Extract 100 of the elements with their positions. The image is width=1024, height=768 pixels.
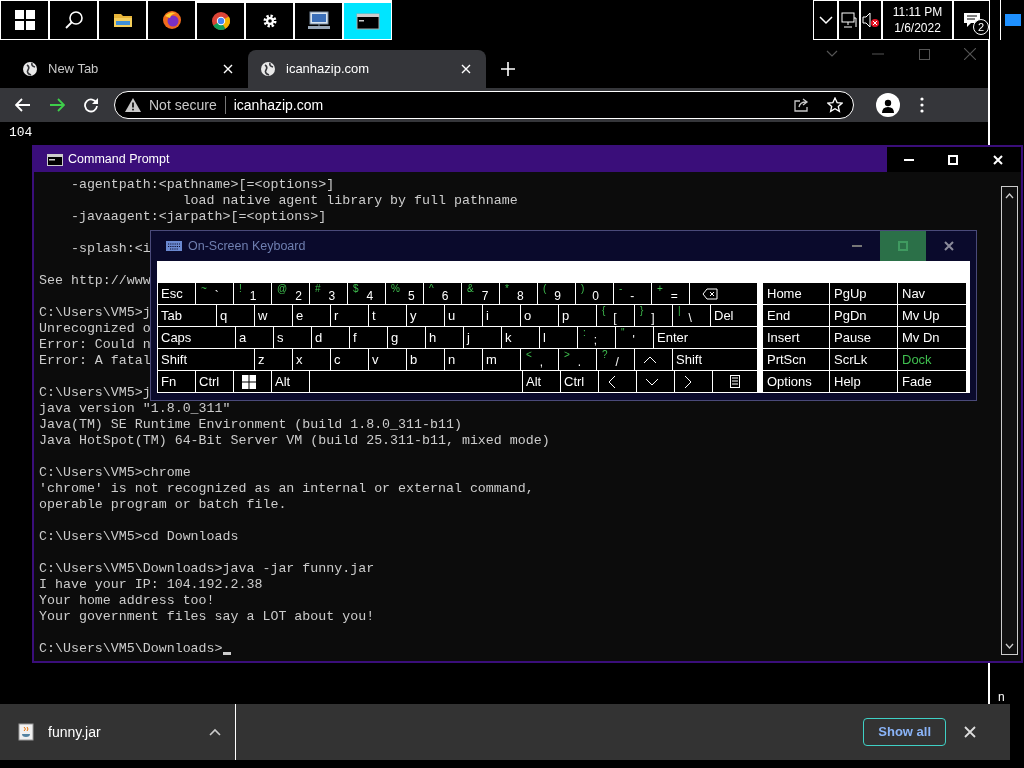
keyboard-key[interactable]: End (763, 305, 829, 326)
keyboard-key[interactable]: Mv Dn (898, 327, 966, 348)
keyboard-key[interactable]: PrtScn (763, 349, 829, 370)
keyboard-key[interactable]: Enter (654, 327, 757, 348)
keyboard-key[interactable]: d (312, 327, 349, 348)
keyboard-key[interactable]: e (293, 305, 330, 326)
taskbar-button[interactable] (98, 0, 147, 40)
keyboard-key[interactable]: o (521, 305, 558, 326)
keyboard-key[interactable]: @ 2 (272, 283, 309, 304)
keyboard-key[interactable]: ( 9 (538, 283, 575, 304)
keyboard-key[interactable]: * 8 (500, 283, 537, 304)
keyboard-key[interactable]: t (369, 305, 406, 326)
keyboard-key[interactable]: Ctrl (561, 371, 598, 392)
keyboard-key[interactable]: " ' (616, 327, 653, 348)
keyboard-key[interactable]: + = (652, 283, 689, 304)
keyboard-key[interactable]: ? / (597, 349, 634, 370)
keyboard-key[interactable]: a (236, 327, 273, 348)
keyboard-key[interactable]: z (255, 349, 292, 370)
keyboard-key[interactable]: ^ 6 (424, 283, 461, 304)
keyboard-key[interactable]: ScrLk (830, 349, 897, 370)
keyboard-key[interactable]: ~ ` (196, 283, 233, 304)
keyboard-key[interactable]: h (426, 327, 463, 348)
keyboard-key[interactable]: ) 0 (576, 283, 613, 304)
notifications-button[interactable]: 2 (953, 0, 990, 40)
keyboard-key[interactable]: < , (521, 349, 558, 370)
download-item[interactable]: funny.jar (0, 704, 236, 760)
keyboard-key[interactable]: PgDn (830, 305, 897, 326)
url-text: icanhazip.com (233, 95, 325, 115)
profile-button[interactable] (876, 93, 900, 117)
keyboard-key[interactable]: w (255, 305, 292, 326)
keyboard-key[interactable]: x (293, 349, 330, 370)
text-cursor (222, 652, 231, 655)
keyboard-key[interactable]: u (445, 305, 482, 326)
keyboard-key[interactable]: b (407, 349, 444, 370)
clock-button[interactable]: 11:11 PM 1/6/2022 (882, 0, 953, 40)
keyboard-key[interactable]: Del (711, 305, 757, 326)
keyboard-key[interactable]: | \ (673, 305, 710, 326)
keyboard-key[interactable]: Alt (523, 371, 560, 392)
taskbar-button[interactable] (343, 0, 392, 40)
keyboard-key[interactable]: y (407, 305, 444, 326)
console-line: java version "1.8.0_311" (39, 401, 231, 417)
keyboard-key[interactable]: PgUp (830, 283, 897, 304)
keyboard-key[interactable]: Insert (763, 327, 829, 348)
keyboard-key[interactable]: { [ (597, 305, 634, 326)
keyboard-key[interactable]: c (331, 349, 368, 370)
keyboard-key[interactable]: Caps (158, 327, 235, 348)
keyboard-key[interactable]: : ; (578, 327, 615, 348)
keyboard-key[interactable]: % 5 (386, 283, 423, 304)
keyboard-key[interactable]: Fade (898, 371, 966, 392)
keyboard-key[interactable]: $ 4 (348, 283, 385, 304)
taskbar-button[interactable] (49, 0, 98, 40)
keyboard-key[interactable]: Nav (898, 283, 966, 304)
keyboard-key[interactable]: Esc (158, 283, 195, 304)
keyboard-key[interactable]: Pause (830, 327, 897, 348)
keyboard-key[interactable]: # 3 (310, 283, 347, 304)
taskbar-button[interactable] (196, 0, 245, 40)
keyboard-key[interactable]: j (464, 327, 501, 348)
keyboard-key[interactable]: Ctrl (196, 371, 233, 392)
keyboard-key[interactable]: Dock (898, 349, 966, 370)
keyboard-key[interactable]: } ] (635, 305, 672, 326)
keyboard-key[interactable]: > . (559, 349, 596, 370)
keyboard-key[interactable]: m (483, 349, 520, 370)
taskbar-button[interactable] (245, 0, 294, 40)
keyboard-key[interactable]: Fn (158, 371, 195, 392)
keyboard-key[interactable]: p (559, 305, 596, 326)
keyboard-key[interactable]: n (445, 349, 482, 370)
keyboard-key[interactable]: Help (830, 371, 897, 392)
keyboard-key[interactable]: Shift (673, 349, 757, 370)
keyboard-key[interactable]: - - (614, 283, 651, 304)
taskbar-button[interactable] (0, 0, 49, 40)
keyboard-key[interactable]: v (369, 349, 406, 370)
keyboard-key[interactable]: Alt (272, 371, 309, 392)
network-button[interactable] (838, 0, 860, 40)
taskbar-button[interactable] (147, 0, 196, 40)
keyboard-key[interactable]: ! 1 (234, 283, 271, 304)
keyboard-key[interactable]: Mv Up (898, 305, 966, 326)
keyboard-key[interactable] (713, 371, 757, 392)
keyboard-key[interactable]: Shift (158, 349, 254, 370)
keyboard-key[interactable]: q (217, 305, 254, 326)
keyboard-key[interactable]: Home (763, 283, 829, 304)
show-desktop-button[interactable] (1000, 0, 1024, 40)
keyboard-key[interactable] (234, 371, 271, 392)
tray-overflow-button[interactable] (813, 0, 838, 40)
keyboard-key[interactable]: s (274, 327, 311, 348)
keyboard-key[interactable]: r (331, 305, 368, 326)
show-all-button[interactable]: Show all (863, 718, 946, 746)
java-file-icon (18, 723, 34, 741)
keyboard-key[interactable]: Tab (158, 305, 216, 326)
scrollbar[interactable] (1001, 186, 1018, 655)
keyboard-key[interactable]: i (483, 305, 520, 326)
keyboard-key[interactable]: g (388, 327, 425, 348)
taskbar-button[interactable] (294, 0, 343, 40)
address-bar[interactable]: Not secure icanhazip.com (114, 91, 854, 119)
keyboard-key[interactable]: k (502, 327, 539, 348)
browser-tab[interactable]: icanhazip.com (248, 50, 486, 88)
keyboard-key[interactable]: f (350, 327, 387, 348)
keyboard-key[interactable]: & 7 (462, 283, 499, 304)
volume-button[interactable] (860, 0, 882, 40)
keyboard-key[interactable]: l (540, 327, 577, 348)
keyboard-key[interactable]: Options (763, 371, 829, 392)
